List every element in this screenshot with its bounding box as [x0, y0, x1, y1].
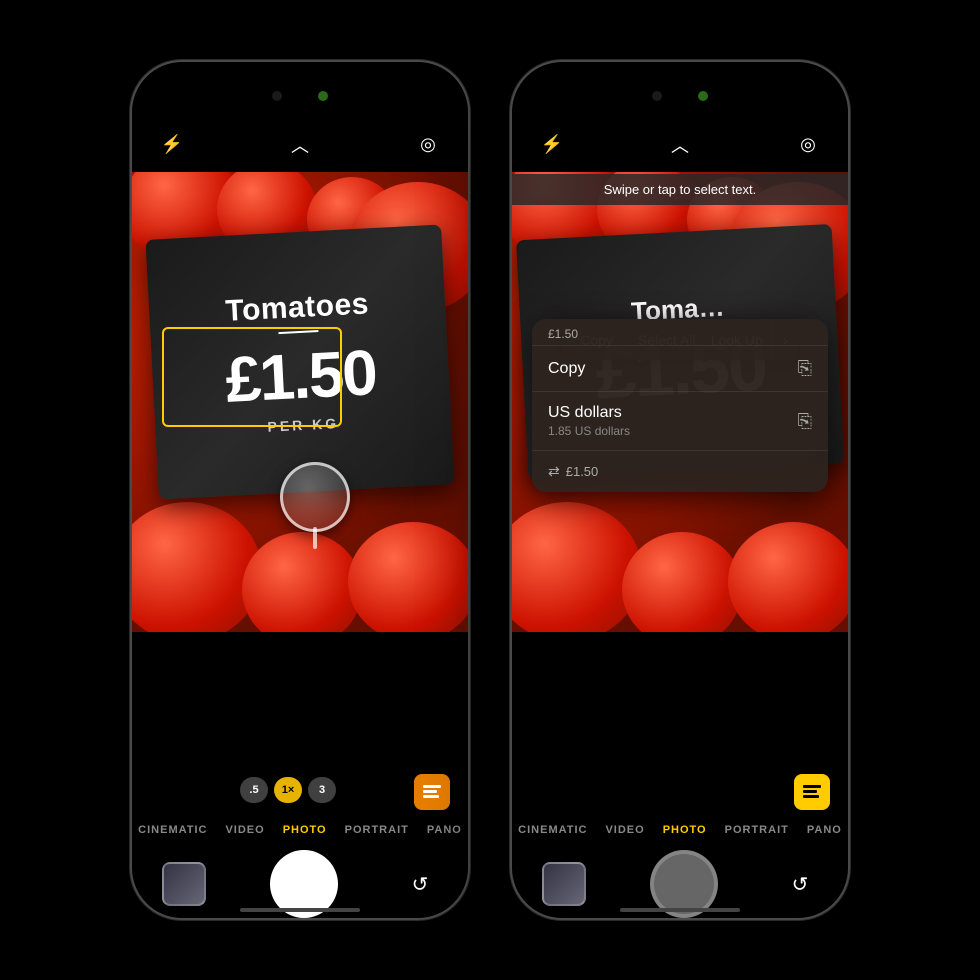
popup-copy-label: Copy — [548, 360, 585, 378]
mode-video-1[interactable]: VIDEO — [225, 824, 264, 836]
status-bar-1 — [132, 62, 468, 117]
thumbnail-2[interactable] — [542, 862, 586, 906]
dynamic-island-1 — [240, 79, 360, 113]
home-indicator-1 — [240, 908, 360, 912]
swipe-hint: Swipe or tap to select text. — [512, 174, 848, 205]
settings-icon[interactable]: ◎ — [412, 129, 444, 161]
focal-dot-3[interactable]: 3 — [308, 777, 336, 803]
status-bar-2 — [512, 62, 848, 117]
mode-photo-2[interactable]: PHOTO — [663, 824, 707, 836]
phone-2: ⚡ ︿ ◎ Swipe or tap to select text. — [510, 60, 850, 920]
thumbnail-1[interactable] — [162, 862, 206, 906]
camera-controls-2: ⚡ ︿ ◎ — [512, 117, 848, 172]
tomato-2-5 — [512, 502, 642, 632]
focal-dot-1x[interactable]: 1× — [274, 777, 302, 803]
camera-dot-2 — [652, 91, 662, 101]
settings-icon-2[interactable]: ◎ — [792, 129, 824, 161]
flash-icon[interactable]: ⚡ — [156, 129, 188, 161]
popup-footer-item[interactable]: ⇄ £1.50 — [532, 450, 828, 492]
mode-selector-1: CINEMATIC VIDEO PHOTO PORTRAIT PANO — [132, 810, 468, 850]
mode-photo-1[interactable]: PHOTO — [283, 824, 327, 836]
mode-pano-1[interactable]: PANO — [427, 824, 462, 836]
phone-1: ⚡ ︿ ◎ Tomatoes £ — [130, 60, 470, 920]
mode-cinematic-2[interactable]: CINEMATIC — [518, 824, 587, 836]
live-text-button-1[interactable] — [414, 774, 450, 810]
home-indicator-2 — [620, 908, 740, 912]
camera-controls-1: ⚡ ︿ ◎ — [132, 117, 468, 172]
indicator-dot-2 — [698, 91, 708, 101]
bottom-popup: £1.50 Copy ⎘ US dollars 1.85 US dollars — [532, 319, 828, 492]
tomato-background-2: Toma… £1.50 Copy Select All Look Up › £1… — [512, 172, 848, 632]
tomato-5 — [132, 502, 262, 632]
mode-portrait-2[interactable]: PORTRAIT — [725, 824, 789, 836]
indicator-dot-1 — [318, 91, 328, 101]
flip-camera-button-1[interactable]: ↺ — [402, 866, 438, 902]
sign-title-1: Tomatoes — [225, 287, 370, 328]
phone-2-frame: ⚡ ︿ ◎ Swipe or tap to select text. — [510, 60, 850, 920]
mode-selector-2: CINEMATIC VIDEO PHOTO PORTRAIT PANO — [512, 810, 848, 850]
phone-2-screen: ⚡ ︿ ◎ Swipe or tap to select text. — [512, 62, 848, 918]
popup-footer-label: £1.50 — [566, 464, 812, 479]
popup-copy-item[interactable]: Copy ⎘ — [532, 345, 828, 391]
copy-icon-2: ⎘ — [798, 411, 812, 432]
focal-dot-05[interactable]: .5 — [240, 777, 268, 803]
phone-1-frame: ⚡ ︿ ◎ Tomatoes £ — [130, 60, 470, 920]
flash-icon-2[interactable]: ⚡ — [536, 129, 568, 161]
focal-dots: .5 1× 3 — [240, 777, 336, 803]
popup-usd-item[interactable]: US dollars 1.85 US dollars ⎘ — [532, 391, 828, 450]
mode-portrait-1[interactable]: PORTRAIT — [345, 824, 409, 836]
popup-usd-sub: 1.85 US dollars — [548, 424, 630, 438]
flip-camera-button-2[interactable]: ↺ — [782, 866, 818, 902]
mode-cinematic-1[interactable]: CINEMATIC — [138, 824, 207, 836]
camera-dot-1 — [272, 91, 282, 101]
dynamic-island-2 — [620, 79, 740, 113]
popup-footer-icon: ⇄ — [548, 463, 560, 480]
magnifier — [280, 462, 350, 532]
ocr-highlight-1 — [162, 327, 342, 427]
mode-pano-2[interactable]: PANO — [807, 824, 842, 836]
tomato-7 — [348, 522, 468, 632]
live-text-button-2[interactable] — [794, 774, 830, 810]
tomato-6 — [242, 532, 362, 632]
mode-video-2[interactable]: VIDEO — [605, 824, 644, 836]
viewfinder-2: Toma… £1.50 Copy Select All Look Up › £1… — [512, 172, 848, 632]
tomato-background-1: Tomatoes £1.50 PER KG — [132, 172, 468, 632]
phone-1-screen: ⚡ ︿ ◎ Tomatoes £ — [132, 62, 468, 918]
chevron-up-icon-2[interactable]: ︿ — [664, 129, 696, 161]
tomato-2-6 — [622, 532, 742, 632]
viewfinder-1: Tomatoes £1.50 PER KG — [132, 172, 468, 632]
popup-usd-label: US dollars — [548, 404, 630, 422]
popup-header: £1.50 — [532, 319, 828, 345]
copy-icon-1: ⎘ — [798, 358, 812, 379]
chevron-up-icon[interactable]: ︿ — [284, 129, 316, 161]
tomato-2-7 — [728, 522, 848, 632]
